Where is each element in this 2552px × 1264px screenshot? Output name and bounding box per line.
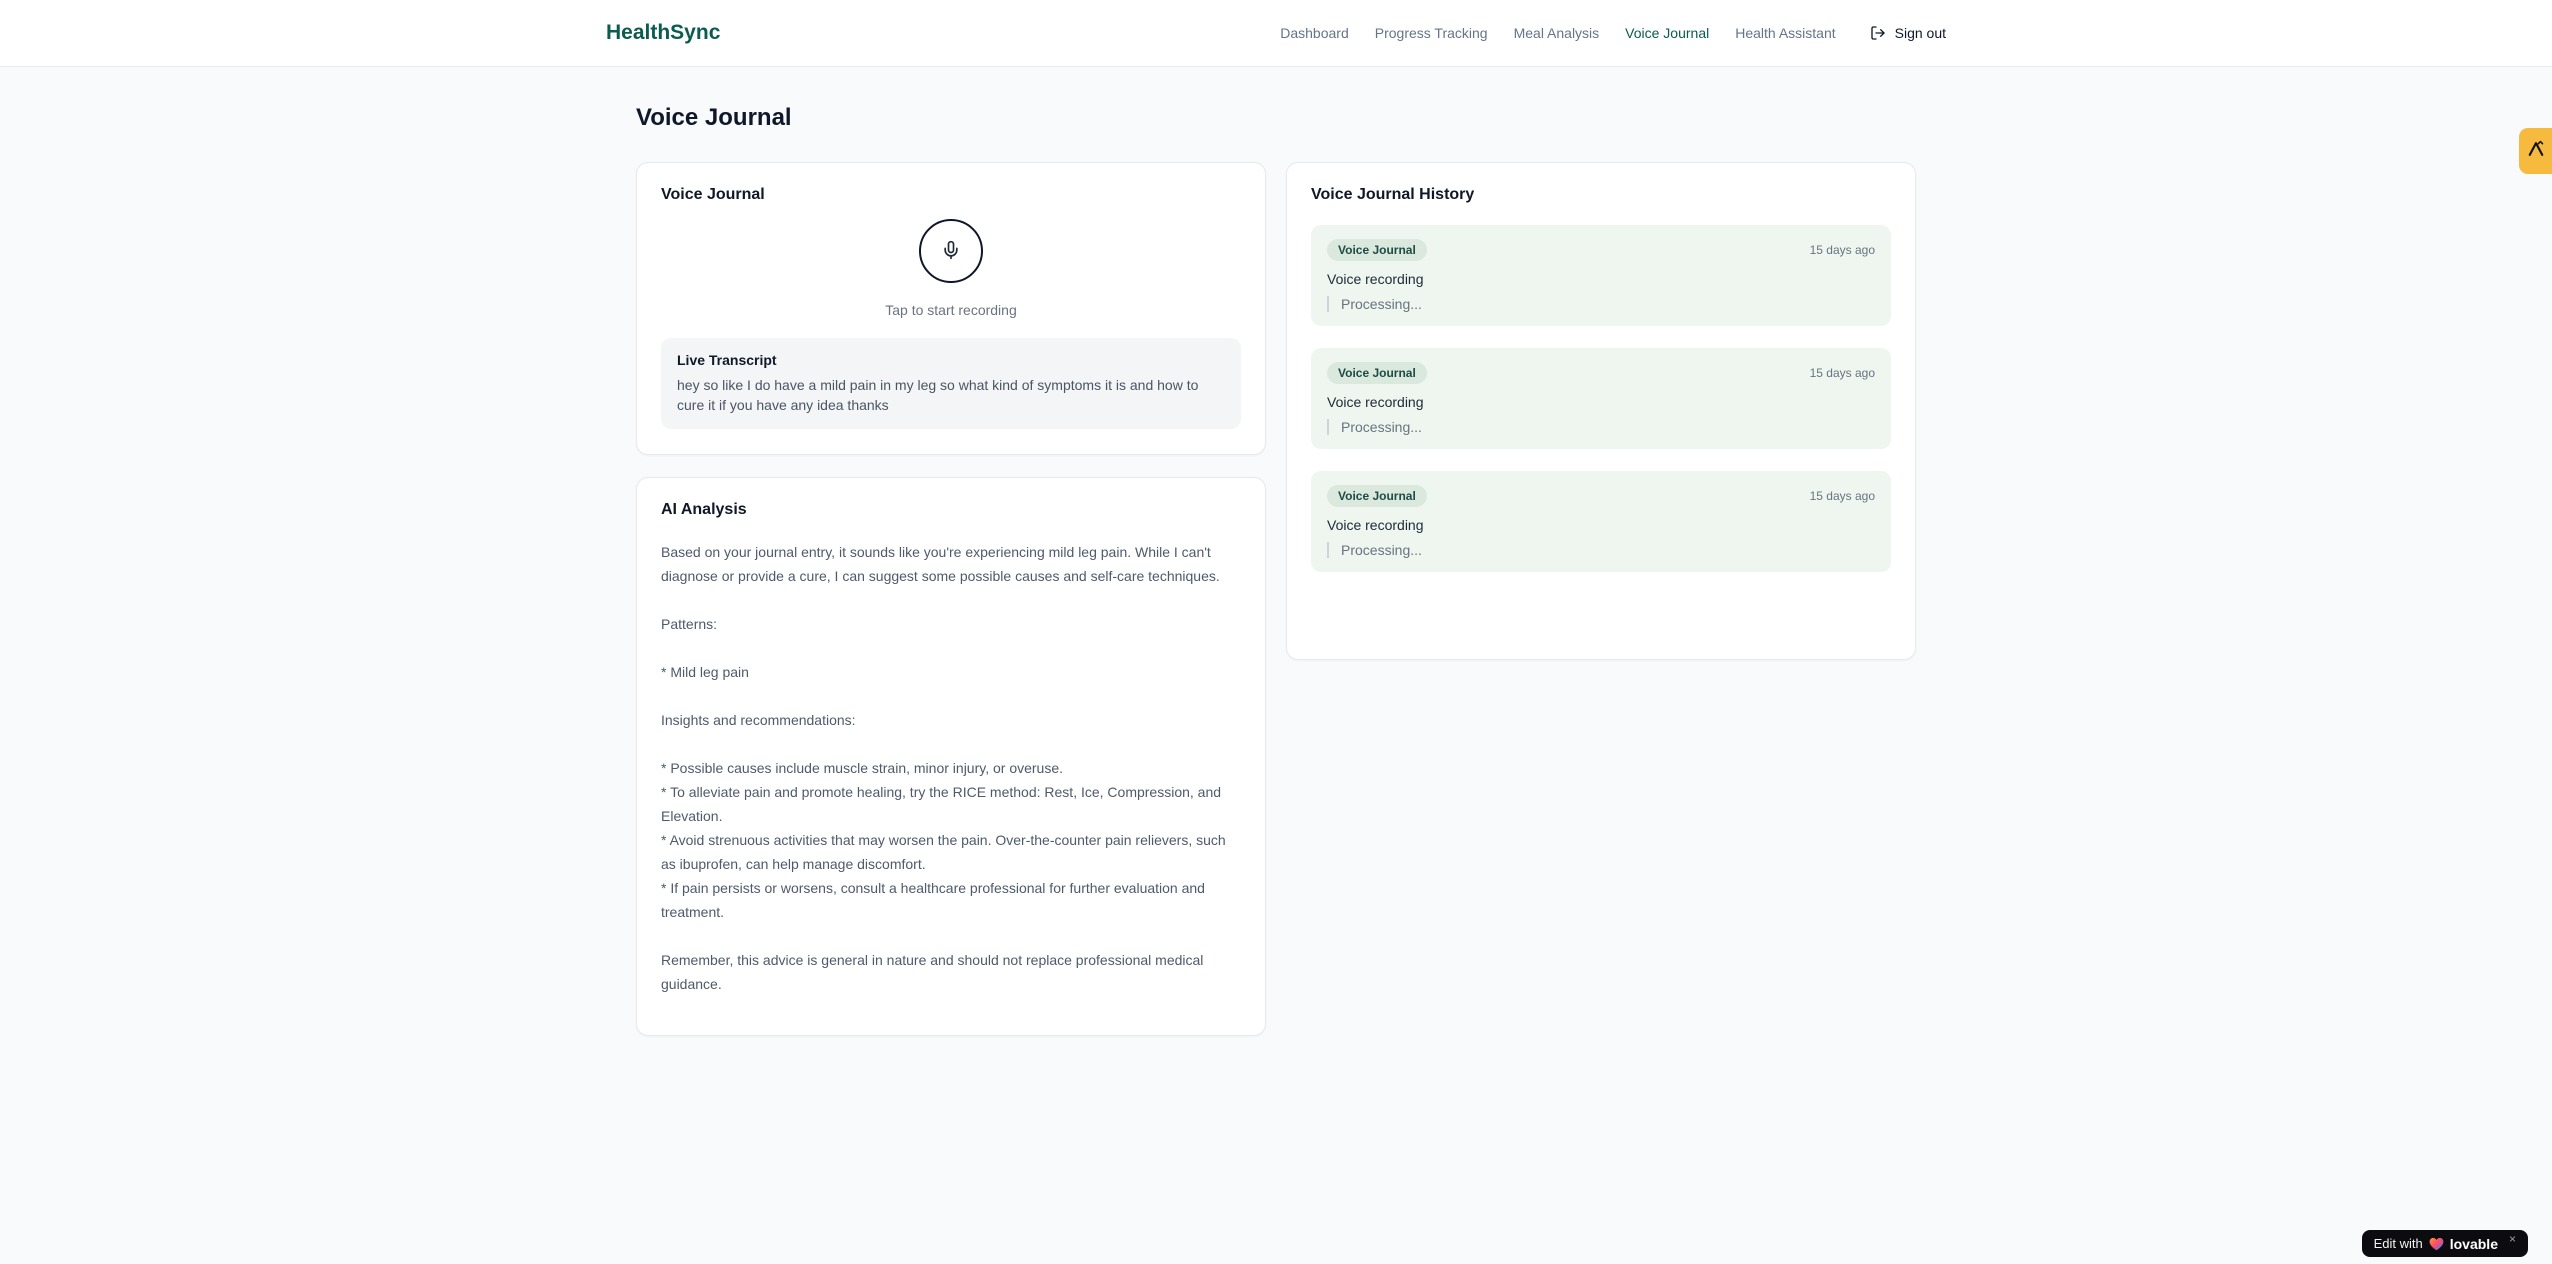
nav-dashboard[interactable]: Dashboard [1280, 25, 1349, 41]
history-card-title: Voice Journal History [1311, 186, 1475, 203]
ai-analysis-card: AI Analysis Based on your journal entry,… [636, 477, 1266, 1036]
entry-status: Processing... [1327, 419, 1875, 435]
ai-analysis-title: AI Analysis [661, 501, 747, 518]
record-hint: Tap to start recording [885, 302, 1017, 318]
history-entry: Voice Journal 15 days ago Voice recordin… [1311, 348, 1891, 449]
entry-timestamp: 15 days ago [1809, 243, 1875, 257]
lovable-brand: lovable [2449, 1235, 2498, 1252]
entry-timestamp: 15 days ago [1809, 489, 1875, 503]
live-transcript-title: Live Transcript [677, 352, 777, 368]
voice-recorder-card: Voice Journal Tap to start recording Liv… [636, 162, 1266, 455]
ai-analysis-text: Based on your journal entry, it sounds l… [661, 544, 1226, 992]
entry-label: Voice recording [1327, 271, 1424, 287]
live-transcript-text: hey so like I do have a mild pain in my … [677, 377, 1199, 413]
entry-timestamp: 15 days ago [1809, 366, 1875, 380]
history-entry: Voice Journal 15 days ago Voice recordin… [1311, 471, 1891, 572]
sign-out-label: Sign out [1894, 25, 1946, 41]
heart-icon [2429, 1237, 2444, 1251]
history-list: Voice Journal 15 days ago Voice recordin… [1311, 225, 1891, 572]
nav-progress-tracking[interactable]: Progress Tracking [1375, 25, 1488, 41]
entry-type-badge: Voice Journal [1327, 485, 1427, 507]
lambda-caret-icon [2526, 139, 2546, 164]
entry-label: Voice recording [1327, 394, 1424, 410]
log-out-icon [1870, 25, 1886, 41]
page-title: Voice Journal [636, 104, 792, 131]
lovable-badge[interactable]: Edit with lovable × [2361, 1230, 2528, 1257]
history-card: Voice Journal History Voice Journal 15 d… [1286, 162, 1916, 660]
microphone-icon [941, 240, 961, 263]
nav-health-assistant[interactable]: Health Assistant [1735, 25, 1835, 41]
history-entry: Voice Journal 15 days ago Voice recordin… [1311, 225, 1891, 326]
sign-out-button[interactable]: Sign out [1870, 25, 1946, 41]
main-content: Voice Journal Voice Journal Tap to start… [636, 67, 1916, 1036]
live-transcript-panel: Live Transcript hey so like I do have a … [661, 338, 1241, 429]
recorder-card-title: Voice Journal [661, 186, 765, 203]
nav-voice-journal[interactable]: Voice Journal [1625, 25, 1709, 41]
header: HealthSync Dashboard Progress Tracking M… [0, 0, 2552, 67]
entry-status: Processing... [1327, 542, 1875, 558]
entry-label: Voice recording [1327, 517, 1424, 533]
main-nav: Dashboard Progress Tracking Meal Analysi… [1280, 25, 1946, 41]
close-icon[interactable]: × [2509, 1232, 2516, 1246]
entry-type-badge: Voice Journal [1327, 239, 1427, 261]
nav-meal-analysis[interactable]: Meal Analysis [1514, 25, 1600, 41]
brand-logo[interactable]: HealthSync [606, 21, 720, 45]
browser-extension-badge[interactable] [2519, 128, 2552, 174]
record-button[interactable] [919, 219, 983, 283]
lovable-prefix: Edit with [2373, 1236, 2423, 1251]
entry-type-badge: Voice Journal [1327, 362, 1427, 384]
entry-status: Processing... [1327, 296, 1875, 312]
